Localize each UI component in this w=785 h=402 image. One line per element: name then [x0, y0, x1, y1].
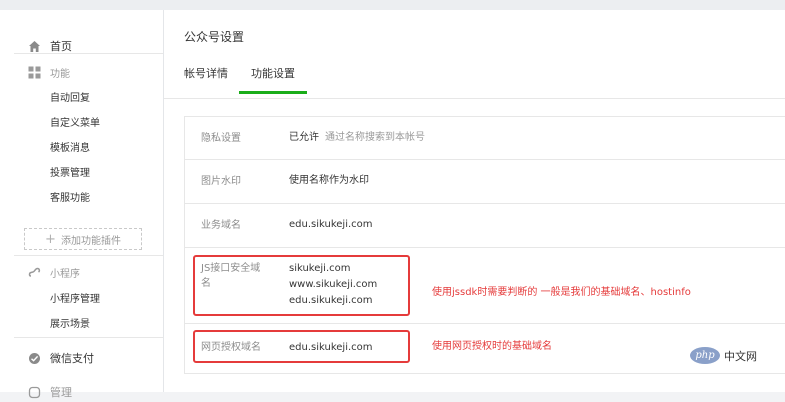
settings-row-business-domain: 业务域名 edu.sikukeji.com: [185, 204, 785, 248]
sidebar-item-customer-service[interactable]: 客服功能: [50, 189, 90, 204]
management-icon: [28, 386, 41, 399]
sidebar-group-miniprogram: 小程序: [28, 265, 80, 280]
row-label: 隐私设置: [201, 133, 241, 144]
divider: [14, 337, 163, 338]
sidebar-item-custom-menu[interactable]: 自定义菜单: [50, 114, 100, 129]
settings-row-privacy: 隐私设置 已允许 通过名称搜索到本帐号: [185, 117, 785, 160]
site-watermark: php 中文网: [690, 347, 757, 364]
sidebar-item-auto-reply[interactable]: 自动回复: [50, 89, 90, 104]
sidebar-group-title: 小程序: [50, 269, 80, 280]
tab-account-details[interactable]: 帐号详情: [174, 64, 238, 94]
row-value: 已允许 通过名称搜索到本帐号: [289, 130, 425, 146]
row-label: 图片水印: [201, 176, 241, 187]
sidebar-item-wechat-pay[interactable]: 微信支付: [28, 350, 94, 366]
tab-function-settings[interactable]: 功能设置: [239, 64, 307, 94]
add-plugin-label: 添加功能插件: [60, 235, 121, 247]
sidebar-item-vote-management[interactable]: 投票管理: [50, 164, 90, 179]
top-bar: [0, 0, 785, 10]
plus-icon: +: [45, 231, 56, 247]
row-label: 业务域名: [201, 220, 241, 231]
sidebar-item-label: 微信支付: [50, 352, 94, 365]
tab-bar: 帐号详情 功能设置: [164, 54, 785, 99]
php-logo: php: [690, 347, 720, 364]
watermark-text: 中文网: [724, 349, 757, 363]
js-domain-highlight-box: [193, 255, 410, 316]
js-domain-annotation: 使用jssdk时需要判断的 一般是我们的基础域名、hostinfo: [432, 287, 691, 298]
row-value: 使用名称作为水印: [289, 175, 369, 186]
divider: [14, 53, 163, 54]
privacy-status: 已允许: [289, 132, 319, 143]
home-icon: [28, 40, 41, 53]
privacy-note: 通过名称搜索到本帐号: [325, 132, 425, 143]
sidebar: 首页 功能 自动回复 自定义菜单 模板消息 投票管理 客服功能 + 添加功能插件…: [0, 10, 164, 399]
sidebar-item-home[interactable]: 首页: [28, 38, 72, 54]
sidebar-item-display-scene[interactable]: 展示场景: [50, 315, 90, 330]
oauth-domain-highlight-box: [193, 330, 410, 363]
sidebar-item-template-message[interactable]: 模板消息: [50, 139, 90, 154]
add-plugin-button[interactable]: + 添加功能插件: [24, 228, 142, 250]
divider: [14, 255, 163, 256]
sidebar-item-miniprogram-management[interactable]: 小程序管理: [50, 290, 100, 305]
row-value: edu.sikukeji.com: [289, 219, 373, 230]
oauth-domain-annotation: 使用网页授权时的基础域名: [432, 341, 552, 352]
sidebar-group-title: 功能: [50, 69, 70, 80]
wallet-icon: [28, 352, 41, 365]
grid-icon: [28, 66, 41, 79]
sidebar-item-label: 管理: [50, 386, 72, 399]
page-title: 公众号设置: [184, 30, 245, 44]
sidebar-item-management[interactable]: 管理: [28, 384, 72, 400]
sidebar-item-label: 首页: [50, 40, 72, 53]
sidebar-group-functions: 功能: [28, 65, 70, 80]
miniprogram-icon: [28, 266, 41, 279]
settings-row-image-watermark: 图片水印 使用名称作为水印: [185, 160, 785, 204]
